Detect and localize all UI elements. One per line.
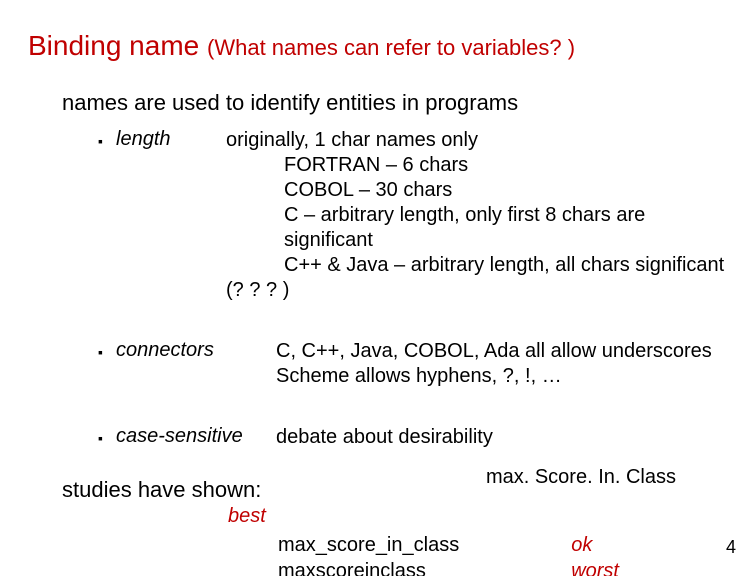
examples-left: max_score_in_class maxscoreinclass [278,532,459,576]
length-qmarks: (? ? ? ) [226,278,728,303]
bullet-connectors: ▪ connectors C, C++, Java, COBOL, Ada al… [98,339,728,389]
examples-right: ok worst [571,532,619,576]
example-flat: maxscoreinclass [278,558,459,576]
bullet-connectors-name: connectors [116,339,276,362]
examples-row: max_score_in_class maxscoreinclass ok wo… [28,532,728,576]
length-line-0: FORTRAN – 6 chars [284,153,728,178]
bullet-icon: ▪ [98,425,108,451]
slide: Binding name (What names can refer to va… [0,0,756,576]
bullet-icon: ▪ [98,128,108,154]
bullet-connectors-desc: C, C++, Java, COBOL, Ada all allow under… [276,339,728,389]
spacer [28,303,728,331]
rating-worst: worst [571,558,619,576]
bullet-case-sensitive-desc: debate about desirability [276,425,728,450]
length-line-2: C – arbitrary length, only first 8 chars… [284,203,728,253]
title-main: Binding name [28,30,199,61]
length-lead: originally, 1 char names only [226,128,728,153]
rating-ok: ok [571,532,619,558]
best-label: best [228,505,728,528]
connectors-line-0: C, C++, Java, COBOL, Ada all allow under… [276,339,728,364]
slide-title: Binding name (What names can refer to va… [28,30,728,62]
bullet-length-name: length [116,128,226,151]
length-line-1: COBOL – 30 chars [284,178,728,203]
bullet-case-sensitive-name: case-sensitive [116,425,276,448]
title-sub: (What names can refer to variables? ) [207,35,575,60]
bullet-case-sensitive: ▪ case-sensitive debate about desirabili… [98,425,728,451]
page-number: 4 [726,537,736,558]
spacer [28,389,728,417]
connectors-line-1: Scheme allows hyphens, ?, !, … [276,364,728,389]
length-lines: FORTRAN – 6 chars COBOL – 30 chars C – a… [284,153,728,278]
bullet-length: ▪ length originally, 1 char names only F… [98,128,728,303]
bullet-length-desc: originally, 1 char names only FORTRAN – … [226,128,728,303]
length-line-3: C++ & Java – arbitrary length, all chars… [284,253,728,278]
example-snake: max_score_in_class [278,532,459,558]
intro-text: names are used to identify entities in p… [62,90,728,116]
example-camel: max. Score. In. Class [486,466,676,489]
bullet-icon: ▪ [98,339,108,365]
